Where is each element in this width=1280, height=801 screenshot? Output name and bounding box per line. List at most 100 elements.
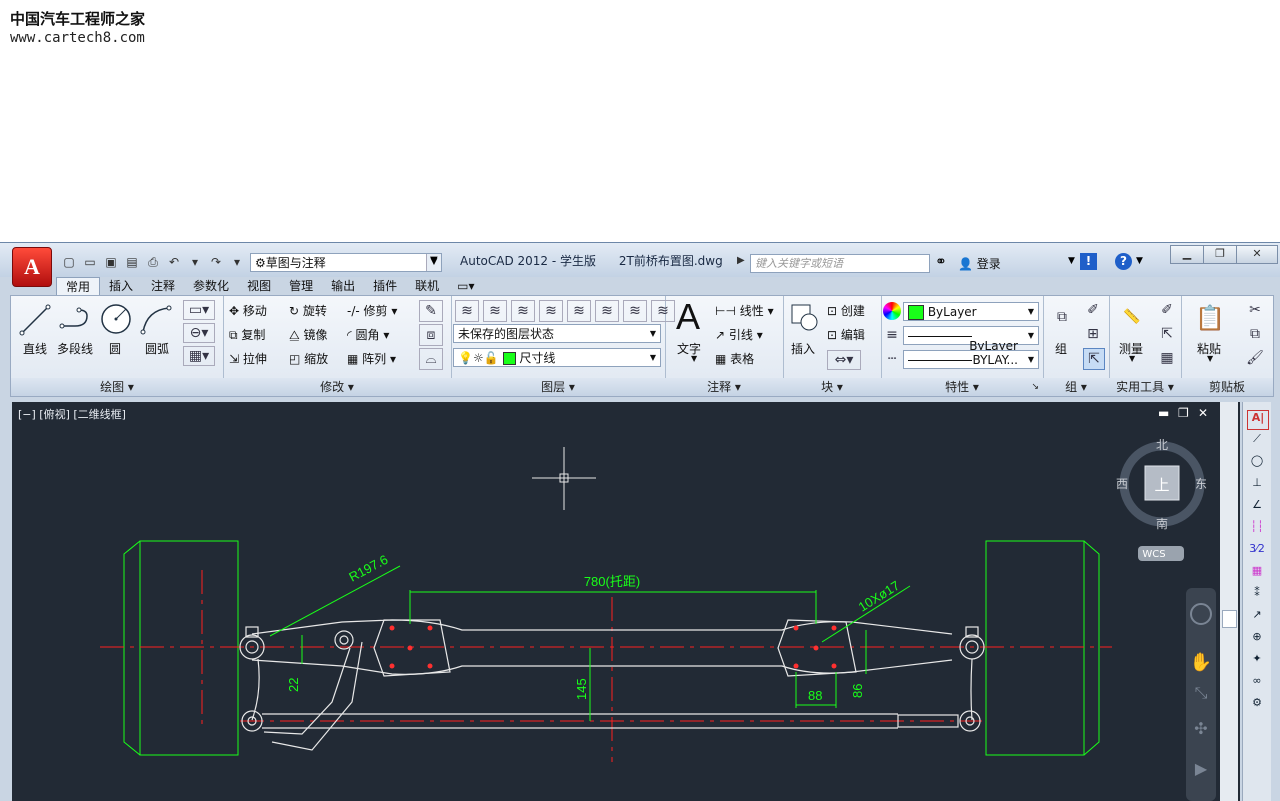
dim-baseline-icon[interactable]: ┆┆ xyxy=(1247,520,1267,538)
measure-dropdown-icon[interactable]: ▼ xyxy=(1129,354,1135,363)
layer-match-icon[interactable]: ≋ xyxy=(623,300,647,322)
dialog-launcher-icon[interactable]: ↘ xyxy=(1031,378,1039,396)
ungroup-icon[interactable]: ✐ xyxy=(1083,300,1103,320)
leader-button[interactable]: ↗ 引线 ▾ xyxy=(715,326,763,343)
help-dropdown-icon[interactable]: ▼ xyxy=(1136,256,1143,266)
text-icon[interactable]: A xyxy=(673,296,703,337)
layer-state-icon[interactable]: ≋ xyxy=(483,300,507,322)
polyline-icon[interactable] xyxy=(59,304,93,336)
linetype-select[interactable]: BYLAY... ▼ xyxy=(903,350,1039,369)
expand-arrow-icon[interactable]: ▶ xyxy=(737,255,745,266)
wcs-label[interactable]: WCS xyxy=(1142,549,1165,560)
pan-icon[interactable]: ✋ xyxy=(1190,651,1212,673)
minimize-button[interactable]: ▁ xyxy=(1170,245,1204,264)
dim-leader-icon[interactable]: ↗ xyxy=(1247,608,1267,626)
copy-clip-icon[interactable]: ⧉ xyxy=(1245,324,1265,344)
panel-block-title[interactable]: 块 ▾ xyxy=(783,378,881,396)
undo-dropdown-icon[interactable]: ▾ xyxy=(186,253,204,271)
dim-continue-icon[interactable]: 3⁄2 xyxy=(1247,542,1267,560)
tab-annotate[interactable]: 注释 xyxy=(142,277,184,295)
layer-isolate-icon[interactable]: ≋ xyxy=(511,300,535,322)
insert-block-icon[interactable] xyxy=(789,302,821,334)
dim-quick-icon[interactable]: ⁑ xyxy=(1247,586,1267,604)
scale-button[interactable]: ◰ 缩放 xyxy=(289,350,328,367)
panel-group-title[interactable]: 组 ▾ xyxy=(1043,378,1109,396)
layer-off-icon[interactable]: ≋ xyxy=(595,300,619,322)
vertical-scrollbar[interactable] xyxy=(1220,402,1238,801)
dim-center-mark-icon[interactable]: ✦ xyxy=(1247,652,1267,670)
explode-icon[interactable]: ⧈ xyxy=(419,324,443,346)
text-label[interactable]: 文字 xyxy=(677,340,701,357)
arc-icon[interactable] xyxy=(139,304,173,336)
panel-layer-title[interactable]: 图层 ▾ xyxy=(451,378,665,396)
compass-west[interactable]: 西 xyxy=(1116,477,1128,491)
insert-label[interactable]: 插入 xyxy=(791,340,815,357)
text-style-icon[interactable]: A| xyxy=(1247,410,1269,430)
offset-icon[interactable]: ⌓ xyxy=(419,348,443,370)
select-all-icon[interactable]: ⇱ xyxy=(1157,324,1177,344)
linetype-icon[interactable]: ┄ xyxy=(883,350,901,368)
drawing-canvas[interactable]: [−] [俯视] [二维线框] ▬ ❐ ✕ 780(托距) R197.6 10X… xyxy=(12,402,1240,801)
undo-icon[interactable]: ↶ xyxy=(165,253,183,271)
text-dropdown-icon[interactable]: ▼ xyxy=(691,354,697,363)
mirror-button[interactable]: ⧋ 镜像 xyxy=(289,326,328,343)
move-button[interactable]: ✥ 移动 xyxy=(229,302,267,319)
paste-dropdown-icon[interactable]: ▼ xyxy=(1207,354,1213,363)
tab-parametric[interactable]: 参数化 xyxy=(184,277,238,295)
line-icon[interactable] xyxy=(19,304,51,336)
workspace-select[interactable]: ⚙草图与注释 ▼ xyxy=(250,253,442,272)
panel-modify-title[interactable]: 修改 ▾ xyxy=(223,378,451,396)
viewcube[interactable]: 上 北 南 东 西 WCS xyxy=(1116,438,1207,561)
login-button[interactable]: 👤 登录 xyxy=(958,255,1001,272)
layer-select[interactable]: 💡☼🔓 尺寸线 ▼ xyxy=(453,348,661,367)
tab-online[interactable]: 联机 xyxy=(406,277,448,295)
scrollbar-thumb[interactable] xyxy=(1222,610,1237,628)
edit-block-button[interactable]: ⊡ 编辑 xyxy=(827,326,865,343)
linear-dim-button[interactable]: ⊢⊣ 线性 ▾ xyxy=(715,302,774,319)
new-icon[interactable]: ▢ xyxy=(60,253,78,271)
match-properties-icon[interactable]: 🖌 xyxy=(1245,348,1265,368)
orbit-icon[interactable]: ✣ xyxy=(1194,719,1207,738)
block-attribute-icon[interactable]: ⇔▾ xyxy=(827,350,861,370)
layer-properties-icon[interactable]: ≋ xyxy=(455,300,479,322)
fillet-button[interactable]: ◜ 圆角 ▾ xyxy=(347,326,389,343)
layer-freeze-icon[interactable]: ≋ xyxy=(567,300,591,322)
polyline-label[interactable]: 多段线 xyxy=(57,340,93,357)
group-select-icon[interactable]: ⇱ xyxy=(1083,348,1105,370)
redo-dropdown-icon[interactable]: ▾ xyxy=(228,253,246,271)
panel-clipboard-title[interactable]: 剪贴板 xyxy=(1181,378,1273,396)
qat-menu-icon[interactable]: ▼ xyxy=(430,255,438,266)
login-dropdown-icon[interactable]: ▼ xyxy=(1068,256,1075,266)
tab-output[interactable]: 输出 xyxy=(322,277,364,295)
arc-label[interactable]: 圆弧 xyxy=(145,340,169,357)
maximize-button[interactable]: ❐ xyxy=(1203,245,1237,264)
lineweight-select[interactable]: ByLayer ▼ xyxy=(903,326,1039,353)
save-as-icon[interactable]: ▤ xyxy=(123,253,141,271)
create-block-button[interactable]: ⊡ 创建 xyxy=(827,302,865,319)
hatch-icon[interactable]: ▦▾ xyxy=(183,346,215,366)
panel-annotation-title[interactable]: 注释 ▾ xyxy=(665,378,783,396)
calculator-icon[interactable]: ▦ xyxy=(1157,348,1177,368)
dim-linear-icon[interactable]: ⊥ xyxy=(1247,476,1267,494)
line-label[interactable]: 直线 xyxy=(23,340,47,357)
layer-state-select[interactable]: 未保存的图层状态 ▼ xyxy=(453,324,661,343)
tab-insert[interactable]: 插入 xyxy=(100,277,142,295)
dim-update-icon[interactable]: ⚙ xyxy=(1247,696,1267,714)
circle-label[interactable]: 圆 xyxy=(109,340,121,357)
lineweight-icon[interactable]: ≡ xyxy=(883,326,901,344)
dim-aligned-icon[interactable]: ⟋ xyxy=(1247,432,1267,450)
table-button[interactable]: ▦ 表格 xyxy=(715,350,754,367)
redo-icon[interactable]: ↷ xyxy=(207,253,225,271)
open-icon[interactable]: ▭ xyxy=(81,253,99,271)
dim-ordinate-icon[interactable]: ▦ xyxy=(1247,564,1267,582)
tab-plugins[interactable]: 插件 xyxy=(364,277,406,295)
array-button[interactable]: ▦ 阵列 ▾ xyxy=(347,350,396,367)
compass-south[interactable]: 南 xyxy=(1156,516,1168,531)
application-menu-button[interactable]: A xyxy=(12,247,52,287)
group-edit-icon[interactable]: ⊞ xyxy=(1083,324,1103,344)
rotate-button[interactable]: ↻ 旋转 xyxy=(289,302,327,319)
copy-button[interactable]: ⧉ 复制 xyxy=(229,326,265,343)
print-icon[interactable]: ⎙ xyxy=(144,253,162,271)
trim-button[interactable]: -/- 修剪 ▾ xyxy=(347,302,397,319)
compass-east[interactable]: 东 xyxy=(1195,477,1207,491)
